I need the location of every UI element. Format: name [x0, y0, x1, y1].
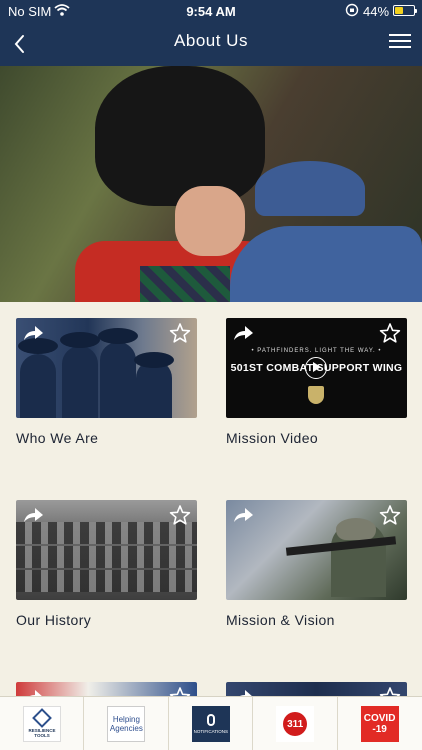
star-icon[interactable] — [169, 322, 191, 344]
helping-agencies-icon: Helping Agencies — [107, 706, 146, 742]
311-icon: 311 — [276, 706, 315, 742]
card-thumbnail[interactable] — [16, 318, 197, 418]
tab-311[interactable]: 311 — [253, 697, 338, 750]
card-mission-video[interactable]: • PATHFINDERS. LIGHT THE WAY. • 501ST CO… — [226, 318, 407, 446]
card-label: Who We Are — [16, 430, 99, 446]
share-icon[interactable] — [22, 506, 44, 524]
star-icon[interactable] — [379, 686, 401, 696]
tab-label: NOTIFICATIONS — [193, 729, 228, 734]
hero-image — [0, 66, 422, 302]
star-icon[interactable] — [379, 322, 401, 344]
card-mission-vision[interactable]: Mission & Vision — [226, 500, 407, 628]
share-icon[interactable] — [22, 324, 44, 342]
tab-label: RESILIENCE TOOLS — [28, 727, 56, 738]
battery-percent: 44% — [363, 4, 390, 19]
card-label: Our History — [16, 612, 92, 628]
orientation-lock-icon — [345, 3, 359, 17]
share-icon[interactable] — [22, 688, 44, 696]
card-partial[interactable] — [226, 682, 407, 696]
tab-covid-19[interactable]: COVID -19 — [338, 697, 422, 750]
card-thumbnail[interactable] — [16, 500, 197, 600]
card-thumbnail[interactable] — [226, 682, 407, 696]
card-label: Mission & Vision — [226, 612, 335, 628]
card-thumbnail[interactable]: • PATHFINDERS. LIGHT THE WAY. • 501ST CO… — [226, 318, 407, 418]
card-label: Mission Video — [226, 430, 319, 446]
page-title: About Us — [174, 31, 248, 50]
tab-label: Helping Agencies — [109, 715, 143, 733]
content-grid: Who We Are • PATHFINDERS. LIGHT THE WAY.… — [0, 302, 422, 696]
tab-label: 311 — [283, 712, 308, 736]
share-icon[interactable] — [232, 324, 254, 342]
share-icon[interactable] — [232, 688, 254, 696]
card-our-history[interactable]: Our History — [16, 500, 197, 628]
resilience-tools-icon: RESILIENCE TOOLS — [23, 706, 61, 742]
nav-bar: About Us — [0, 22, 422, 66]
status-bar: No SIM 9:54 AM 44% — [0, 0, 422, 22]
wing-emblem-icon — [308, 386, 324, 404]
star-icon[interactable] — [379, 504, 401, 526]
share-icon[interactable] — [232, 506, 254, 524]
tab-label: COVID -19 — [363, 713, 396, 735]
covid-19-icon: COVID -19 — [360, 706, 399, 742]
microphone-icon — [206, 714, 215, 726]
tab-resilience-tools[interactable]: RESILIENCE TOOLS — [0, 697, 85, 750]
card-partial[interactable] — [16, 682, 197, 696]
card-who-we-are[interactable]: Who We Are — [16, 318, 197, 446]
card-thumbnail[interactable] — [16, 682, 197, 696]
play-icon[interactable] — [305, 357, 327, 379]
bottom-tab-bar: RESILIENCE TOOLS Helping Agencies NOTIFI… — [0, 696, 422, 750]
star-icon[interactable] — [169, 504, 191, 526]
card-thumbnail[interactable] — [226, 500, 407, 600]
star-icon[interactable] — [169, 686, 191, 696]
video-motto: • PATHFINDERS. LIGHT THE WAY. • — [251, 348, 382, 354]
notifications-icon: NOTIFICATIONS — [191, 706, 230, 742]
hamburger-menu-icon[interactable] — [389, 31, 411, 51]
tab-notifications[interactable]: NOTIFICATIONS — [169, 697, 254, 750]
battery-icon — [393, 5, 417, 16]
tab-helping-agencies[interactable]: Helping Agencies — [84, 697, 169, 750]
